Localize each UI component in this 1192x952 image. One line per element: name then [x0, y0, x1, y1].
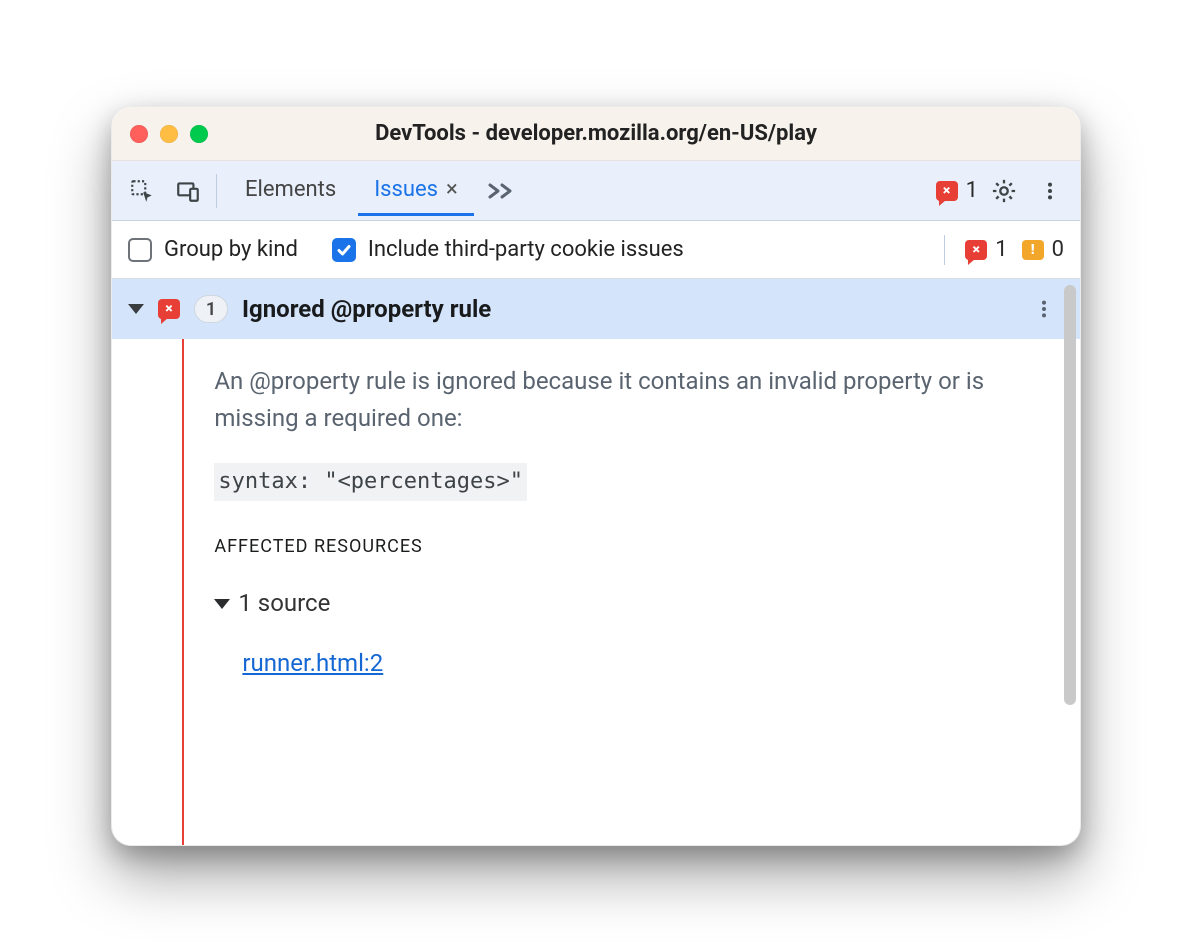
more-options-icon[interactable]: [1030, 171, 1070, 211]
issues-panel: × 1 Ignored @property rule An @property …: [112, 279, 1080, 845]
inspect-element-icon[interactable]: [122, 171, 162, 211]
error-badge-icon: ×: [936, 181, 958, 201]
window-title: DevTools - developer.mozilla.org/en-US/p…: [112, 121, 1080, 146]
error-badge-icon: ×: [965, 240, 987, 260]
tab-issues[interactable]: Issues ×: [358, 165, 474, 216]
close-window-button[interactable]: [130, 125, 148, 143]
separator: [216, 174, 217, 208]
options-warn-count-value: 0: [1052, 237, 1064, 262]
close-tab-icon[interactable]: ×: [446, 179, 458, 201]
expand-triangle-icon[interactable]: [128, 304, 144, 314]
topbar-error-count[interactable]: × 1: [936, 178, 978, 203]
source-count-label: 1 source: [238, 585, 330, 622]
include-third-party-checkbox[interactable]: [332, 238, 356, 262]
issue-title: Ignored @property rule: [242, 295, 1010, 323]
issue-body-wrap: An @property rule is ignored because it …: [112, 339, 1080, 845]
tab-strip: Elements Issues × × 1: [112, 161, 1080, 221]
issue-more-icon[interactable]: [1024, 289, 1064, 329]
affected-resources-heading: Affected Resources: [214, 533, 1022, 561]
scrollbar[interactable]: [1064, 285, 1076, 705]
tab-elements[interactable]: Elements: [229, 165, 352, 216]
group-by-kind-label: Group by kind: [164, 237, 298, 262]
more-tabs-button[interactable]: [486, 177, 520, 205]
issue-description: An @property rule is ignored because it …: [214, 363, 1022, 437]
issue-code: syntax: "<percentages>": [214, 463, 527, 501]
issue-count-pill: 1: [194, 295, 228, 323]
include-third-party-label: Include third-party cookie issues: [368, 237, 684, 262]
options-warn-count[interactable]: ! 0: [1022, 237, 1064, 262]
titlebar: DevTools - developer.mozilla.org/en-US/p…: [112, 107, 1080, 161]
device-toolbar-icon[interactable]: [168, 171, 208, 211]
source-link[interactable]: runner.html:2: [242, 645, 383, 682]
maximize-window-button[interactable]: [190, 125, 208, 143]
group-by-kind-checkbox[interactable]: [128, 238, 152, 262]
topbar-error-count-value: 1: [966, 178, 978, 203]
source-count-row[interactable]: 1 source: [214, 585, 1022, 622]
minimize-window-button[interactable]: [160, 125, 178, 143]
tab-elements-label: Elements: [245, 179, 336, 201]
window-controls: [130, 125, 208, 143]
warning-badge-icon: !: [1022, 240, 1044, 260]
issue-header[interactable]: × 1 Ignored @property rule: [112, 279, 1080, 339]
separator: [944, 235, 945, 265]
options-bar: Group by kind Include third-party cookie…: [112, 221, 1080, 279]
tab-issues-label: Issues: [374, 179, 438, 201]
issue-body: An @property rule is ignored because it …: [184, 339, 1080, 845]
options-error-count-value: 1: [995, 237, 1007, 262]
expand-triangle-icon[interactable]: [214, 599, 230, 609]
options-error-count[interactable]: × 1: [965, 237, 1007, 262]
devtools-window: DevTools - developer.mozilla.org/en-US/p…: [111, 106, 1081, 846]
error-badge-icon: ×: [158, 299, 180, 319]
settings-gear-icon[interactable]: [984, 171, 1024, 211]
